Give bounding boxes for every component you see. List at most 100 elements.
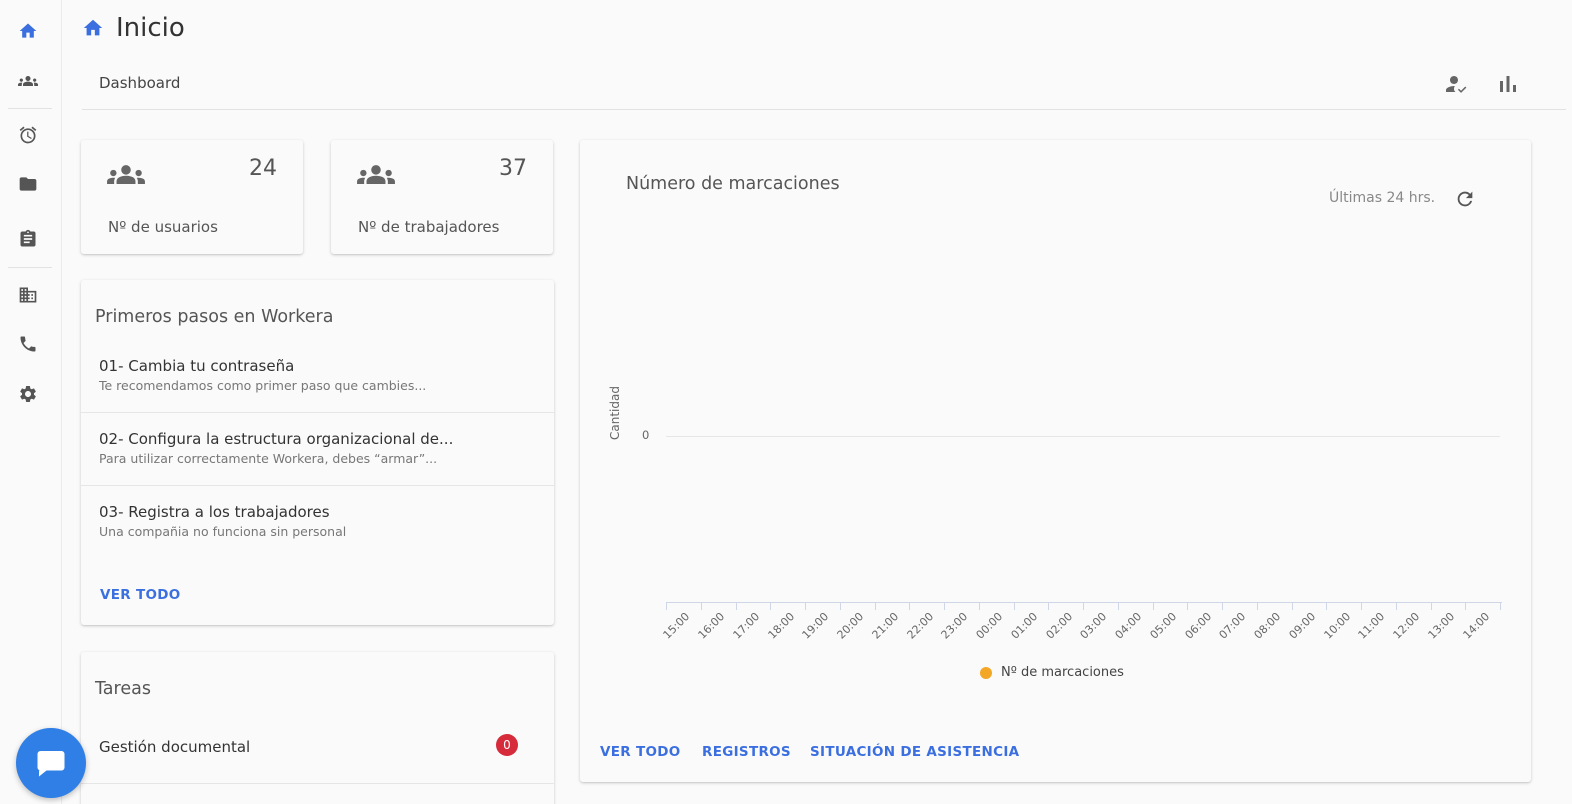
y-tick-label: 0 [642, 428, 650, 442]
people-icon[interactable] [17, 70, 39, 92]
x-tick-mark [944, 602, 945, 610]
card-title: Tareas [95, 679, 151, 699]
x-tick-mark [735, 602, 737, 610]
x-tick-mark [1256, 602, 1258, 610]
refresh-icon[interactable] [1454, 188, 1476, 210]
phone-icon[interactable] [17, 333, 39, 355]
x-tick-mark [1152, 602, 1154, 610]
page-header: Inicio [82, 10, 185, 46]
x-tick-mark [700, 602, 702, 610]
x-tick-mark [1361, 602, 1362, 610]
x-tick-mark [1395, 602, 1397, 610]
x-tick-mark [666, 602, 667, 610]
workers-stat-card[interactable]: 37 Nº de trabajadores [331, 140, 553, 254]
chart-legend[interactable]: Nº de marcaciones [980, 665, 1124, 680]
x-tick-label: 05:00 [1147, 610, 1180, 642]
x-tick-label: 01:00 [1008, 610, 1041, 642]
x-tick-label: 18:00 [765, 610, 797, 642]
x-tick-label: 14:00 [1460, 610, 1492, 642]
x-tick-mark [1291, 602, 1293, 610]
x-tick-mark [1465, 602, 1467, 610]
home-icon[interactable] [17, 20, 39, 42]
divider [81, 783, 554, 784]
chat-button[interactable] [16, 728, 86, 798]
x-tick-mark [1187, 602, 1189, 610]
x-tick-label: 19:00 [799, 610, 832, 642]
x-tick-mark [1117, 602, 1119, 610]
x-tick-mark [1500, 602, 1501, 610]
x-tick-mark [909, 602, 911, 610]
gridline [666, 436, 1500, 437]
x-tick-mark [1222, 602, 1223, 610]
step-title: 01- Cambia tu contraseña [99, 357, 295, 375]
view-all-link[interactable]: VER TODO [100, 587, 181, 603]
x-tick-mark [770, 602, 772, 610]
x-tick-label: 13:00 [1425, 610, 1458, 642]
x-tick-mark [978, 602, 980, 610]
x-tick-label: 10:00 [1321, 610, 1353, 642]
x-tick-label: 03:00 [1077, 610, 1110, 642]
users-label: Nº de usuarios [108, 218, 218, 236]
step-title: 03- Registra a los trabajadores [99, 503, 330, 521]
x-tick-mark [1430, 602, 1432, 610]
users-stat-card[interactable]: 24 Nº de usuarios [81, 140, 303, 254]
x-tick-label: 20:00 [834, 610, 867, 642]
x-tick-label: 21:00 [869, 610, 902, 642]
x-tick-mark [805, 602, 806, 610]
list-item[interactable]: 03- Registra a los trabajadores Una comp… [81, 486, 555, 559]
x-tick-label: 09:00 [1286, 610, 1319, 642]
legend-swatch [980, 666, 992, 679]
marks-chart-card: Número de marcaciones Últimas 24 hrs. Ca… [580, 140, 1531, 782]
chat-icon [37, 751, 65, 777]
list-item[interactable]: 01- Cambia tu contraseña Te recomendamos… [81, 340, 555, 413]
alarm-icon[interactable] [17, 124, 39, 146]
x-tick-label: 23:00 [938, 610, 971, 642]
bar-chart-icon[interactable] [1496, 72, 1520, 96]
folder-icon[interactable] [17, 173, 39, 195]
task-label[interactable]: Gestión documental [99, 738, 250, 756]
x-tick-mark [1048, 602, 1050, 610]
x-tick-mark [1013, 602, 1015, 610]
workers-label: Nº de trabajadores [358, 218, 500, 236]
x-tick-mark [1326, 602, 1328, 610]
records-link[interactable]: REGISTROS [702, 744, 791, 760]
step-description: Una compañia no funciona sin personal [99, 524, 347, 539]
sidebar [0, 0, 62, 804]
list-item[interactable]: 02- Configura la estructura organizacion… [81, 413, 555, 486]
x-tick-label: 00:00 [973, 610, 1006, 642]
x-tick-label: 12:00 [1390, 610, 1423, 642]
card-title: Primeros pasos en Workera [95, 307, 334, 327]
step-title: 02- Configura la estructura organizacion… [99, 430, 454, 448]
x-tick-label: 22:00 [904, 610, 936, 642]
first-steps-card: Primeros pasos en Workera 01- Cambia tu … [81, 280, 555, 625]
x-tick-label: 15:00 [660, 610, 693, 642]
sidebar-divider [8, 108, 52, 109]
x-axis [666, 602, 1502, 603]
home-icon [83, 19, 103, 36]
task-count-badge: 0 [496, 734, 518, 756]
x-tick-mark [1083, 602, 1084, 610]
breadcrumb[interactable]: Dashboard [99, 74, 180, 92]
gear-icon[interactable] [17, 383, 39, 405]
x-tick-label: 06:00 [1182, 610, 1214, 642]
users-count: 24 [249, 156, 277, 181]
workers-count: 37 [499, 156, 527, 181]
step-description: Te recomendamos como primer paso que cam… [99, 378, 427, 393]
x-tick-label: 11:00 [1355, 610, 1388, 642]
x-tick-label: 07:00 [1216, 610, 1249, 642]
sidebar-divider [8, 267, 52, 268]
x-tick-mark [874, 602, 876, 610]
chart-title: Número de marcaciones [626, 174, 840, 194]
x-tick-label: 04:00 [1112, 610, 1145, 642]
person-check-icon[interactable] [1444, 72, 1468, 96]
legend-label: Nº de marcaciones [1001, 665, 1124, 680]
x-tick-label: 08:00 [1251, 610, 1284, 642]
tasks-card: Tareas Gestión documental 0 [81, 652, 554, 804]
people-icon [357, 158, 395, 188]
view-all-marks-link[interactable]: VER TODO [600, 744, 681, 760]
breadcrumb-bar: Dashboard [82, 58, 1566, 110]
clipboard-icon[interactable] [17, 228, 39, 250]
building-icon[interactable] [17, 284, 39, 306]
attendance-link[interactable]: SITUACIÓN DE ASISTENCIA [810, 744, 1019, 760]
x-tick-label: 16:00 [695, 610, 728, 642]
